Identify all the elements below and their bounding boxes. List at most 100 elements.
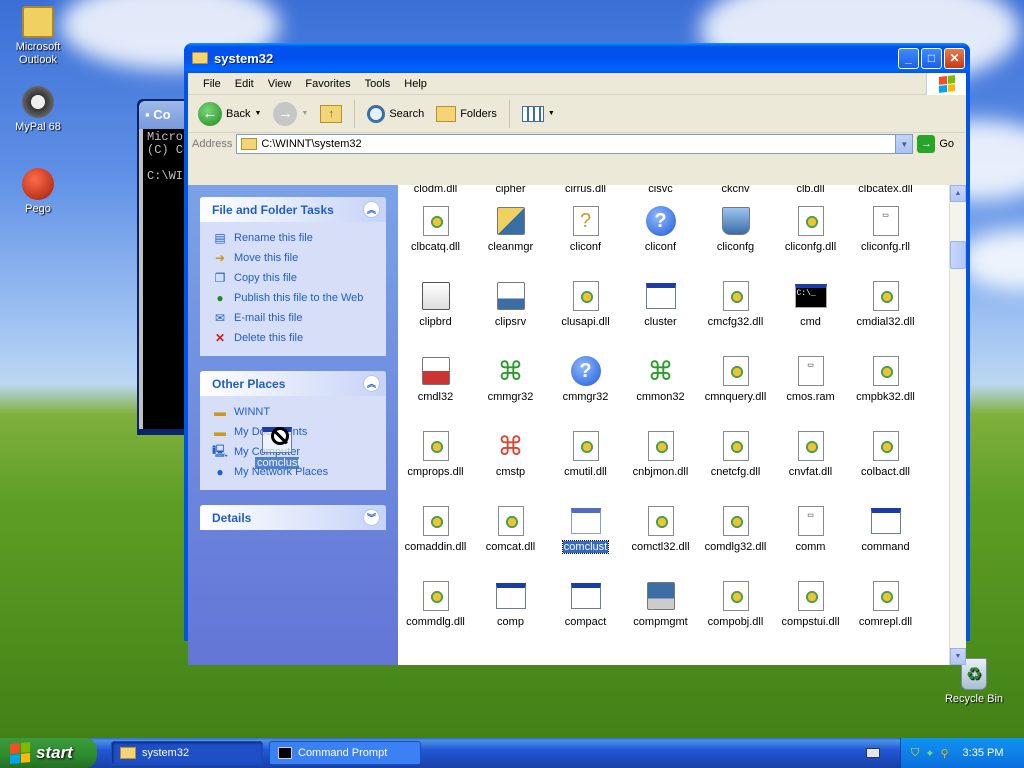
up-folder-button[interactable]: ↑ [316, 102, 346, 126]
file-item-cliconfg-rll[interactable]: ▭ cliconfg.rll [848, 195, 923, 270]
file-item-cnvfat-dll[interactable]: cnvfat.dll [773, 420, 848, 495]
file-item-comaddin-dll[interactable]: comaddin.dll [398, 495, 473, 570]
menu-edit[interactable]: Edit [228, 76, 261, 92]
file-item-partial[interactable]: cirrus.dll [548, 185, 623, 195]
menu-tools[interactable]: Tools [358, 76, 398, 92]
keyboard-icon[interactable] [866, 748, 880, 758]
address-dropdown-button[interactable]: ▼ [895, 135, 913, 153]
file-item-cmutil-dll[interactable]: cmutil.dll [548, 420, 623, 495]
file-item-cmmgr32[interactable]: ⌘ cmmgr32 [473, 345, 548, 420]
file-item-cmnquery-dll[interactable]: cmnquery.dll [698, 345, 773, 420]
file-item-commdlg-dll[interactable]: commdlg.dll [398, 570, 473, 645]
file-item-cmmgr32[interactable]: ? cmmgr32 [548, 345, 623, 420]
file-item-compact[interactable]: compact [548, 570, 623, 645]
file-item-cmd[interactable]: C:\_ cmd [773, 270, 848, 345]
desktop-icon-pego[interactable]: Pego [0, 168, 76, 216]
menu-favorites[interactable]: Favorites [298, 76, 357, 92]
task-delete[interactable]: ✕ Delete this file [212, 328, 376, 348]
qm-file-icon: ? [645, 205, 677, 237]
start-button[interactable]: start [0, 738, 97, 768]
file-item-colbact-dll[interactable]: colbact.dll [848, 420, 923, 495]
go-button[interactable]: → Go [917, 135, 966, 153]
file-item-compobj-dll[interactable]: compobj.dll [698, 570, 773, 645]
scroll-thumb[interactable] [950, 241, 966, 269]
file-item-cmstp[interactable]: ⌘ cmstp [473, 420, 548, 495]
task-copy[interactable]: ❐ Copy this file [212, 268, 376, 288]
explorer-window[interactable]: system32 _ □ ✕ File Edit View Favorites … [184, 43, 970, 665]
close-button[interactable]: ✕ [944, 47, 965, 69]
maximize-button[interactable]: □ [921, 47, 942, 69]
file-item-comrepl-dll[interactable]: comrepl.dll [848, 570, 923, 645]
desktop-icon-recycle-bin[interactable]: ♻ Recycle Bin [936, 658, 1012, 706]
file-item-partial[interactable]: ckcnv [698, 185, 773, 195]
file-item-cmdl32[interactable]: cmdl32 [398, 345, 473, 420]
menu-file[interactable]: File [196, 76, 228, 92]
collapse-chevron-icon[interactable]: ︽ [363, 375, 380, 392]
panel-header[interactable]: Details ︾ [200, 505, 386, 530]
file-item-comm[interactable]: ▭ comm [773, 495, 848, 570]
file-item-comclust[interactable]: comclust [548, 495, 623, 570]
clock[interactable]: 3:35 PM [963, 747, 1004, 759]
scroll-down-button[interactable]: ▼ [950, 648, 966, 665]
place-winnt[interactable]: ▬ WINNT [212, 402, 376, 422]
security-shield-icon[interactable]: ⛉ [911, 747, 919, 760]
file-item-comctl32-dll[interactable]: comctl32.dll [623, 495, 698, 570]
network-tray-icon[interactable]: ✦ [925, 747, 934, 760]
file-item-partial[interactable]: cipher [473, 185, 548, 195]
search-tray-icon[interactable]: ⚲ [940, 747, 948, 760]
file-item-cmdial32-dll[interactable]: cmdial32.dll [848, 270, 923, 345]
file-item-clipsrv[interactable]: clipsrv [473, 270, 548, 345]
file-item-cmpbk32-dll[interactable]: cmpbk32.dll [848, 345, 923, 420]
file-item-cleanmgr[interactable]: cleanmgr [473, 195, 548, 270]
taskbar-button-system32[interactable]: system32 [111, 741, 263, 765]
panel-header[interactable]: Other Places ︽ [200, 371, 386, 396]
file-item-cliconfg[interactable]: cliconfg [698, 195, 773, 270]
file-item-comp[interactable]: comp [473, 570, 548, 645]
folders-button[interactable]: Folders [432, 103, 501, 125]
search-button[interactable]: Search [363, 102, 428, 126]
file-item-comcat-dll[interactable]: comcat.dll [473, 495, 548, 570]
menu-help[interactable]: Help [397, 76, 434, 92]
minimize-button[interactable]: _ [898, 47, 919, 69]
task-email[interactable]: ✉ E-mail this file [212, 308, 376, 328]
file-item-cmprops-dll[interactable]: cmprops.dll [398, 420, 473, 495]
file-item-cliconfg-dll[interactable]: cliconfg.dll [773, 195, 848, 270]
scroll-up-button[interactable]: ▲ [950, 185, 966, 202]
task-rename[interactable]: ▤ Rename this file [212, 228, 376, 248]
file-item-cliconf[interactable]: ? cliconf [548, 195, 623, 270]
file-item-clusapi-dll[interactable]: clusapi.dll [548, 270, 623, 345]
file-item-compstui-dll[interactable]: compstui.dll [773, 570, 848, 645]
expand-chevron-icon[interactable]: ︾ [363, 509, 380, 526]
file-item-partial[interactable]: clb.dll [773, 185, 848, 195]
task-move[interactable]: ➜ Move this file [212, 248, 376, 268]
explorer-titlebar[interactable]: system32 _ □ ✕ [184, 43, 970, 73]
file-item-cnbjmon-dll[interactable]: cnbjmon.dll [623, 420, 698, 495]
file-item-compmgmt[interactable]: compmgmt [623, 570, 698, 645]
vertical-scrollbar[interactable]: ▲ ▼ [949, 185, 966, 665]
task-publish[interactable]: ● Publish this file to the Web [212, 288, 376, 308]
file-item-cnetcfg-dll[interactable]: cnetcfg.dll [698, 420, 773, 495]
panel-header[interactable]: File and Folder Tasks ︽ [200, 197, 386, 222]
taskbar-button-command-prompt[interactable]: Command Prompt [269, 741, 421, 765]
views-button[interactable]: ▼ [518, 103, 559, 125]
file-list[interactable]: clodm.dll cipher cirrus.dll cisvc ckcnv clb.d… [398, 185, 966, 665]
file-item-cmos-ram[interactable]: ▭ cmos.ram [773, 345, 848, 420]
file-item-clipbrd[interactable]: clipbrd [398, 270, 473, 345]
file-item-partial[interactable]: cisvc [623, 185, 698, 195]
file-item-cmmon32[interactable]: ⌘ cmmon32 [623, 345, 698, 420]
file-item-cliconf[interactable]: ? cliconf [623, 195, 698, 270]
back-button[interactable]: ← Back ▼ [194, 99, 265, 129]
collapse-chevron-icon[interactable]: ︽ [363, 201, 380, 218]
file-item-cmcfg32-dll[interactable]: cmcfg32.dll [698, 270, 773, 345]
desktop-icon-mypal[interactable]: MyPal 68 [0, 86, 76, 134]
menu-view[interactable]: View [261, 76, 299, 92]
file-item-partial[interactable]: clbcatex.dll [848, 185, 923, 195]
file-item-partial[interactable]: clodm.dll [398, 185, 473, 195]
address-input[interactable]: C:\WINNT\system32 ▼ [236, 134, 914, 154]
file-item-command[interactable]: command [848, 495, 923, 570]
file-item-clbcatq-dll[interactable]: clbcatq.dll [398, 195, 473, 270]
file-item-cluster[interactable]: cluster [623, 270, 698, 345]
desktop-icon-outlook[interactable]: Microsoft Outlook [0, 6, 76, 67]
file-item-comdlg32-dll[interactable]: comdlg32.dll [698, 495, 773, 570]
forward-button[interactable]: → ▼ [269, 99, 312, 129]
